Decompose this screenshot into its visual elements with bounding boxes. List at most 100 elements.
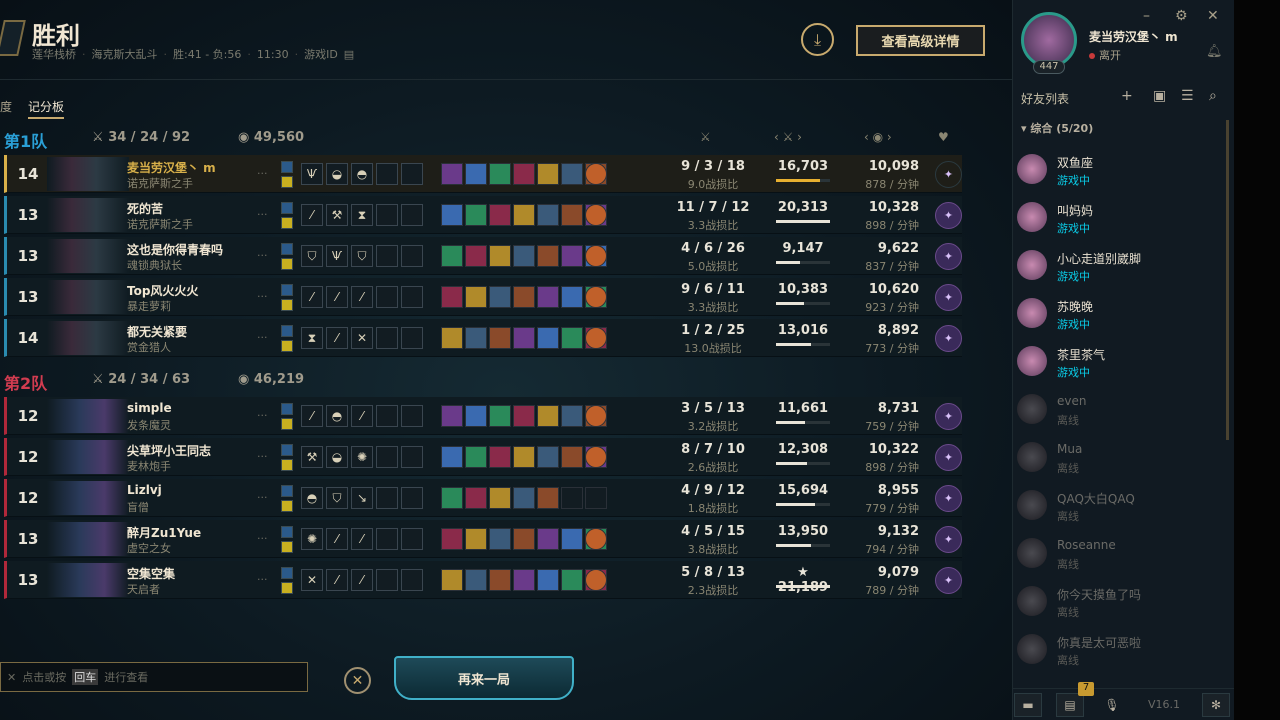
honor-badge-icon[interactable]: ✦ (935, 284, 962, 311)
item-slot-icon[interactable] (537, 405, 559, 427)
bell-icon[interactable]: 🔔︎ (1206, 44, 1223, 59)
add-friend-icon[interactable]: + (1121, 88, 1133, 104)
item-slot-icon[interactable] (489, 286, 511, 308)
item-slot-icon[interactable] (489, 405, 511, 427)
player-name[interactable]: 这也是你得青春吗 (127, 241, 223, 258)
friend-item[interactable]: Mua 离线 (1017, 438, 1217, 482)
item-slot-icon[interactable] (537, 487, 559, 509)
item-slot-icon[interactable] (513, 569, 535, 591)
champion-portrait[interactable] (47, 481, 129, 515)
champion-portrait[interactable] (47, 321, 129, 355)
item-slot-icon[interactable] (513, 405, 535, 427)
item-slot-icon[interactable] (561, 405, 583, 427)
player-name[interactable]: 醉月Zu1Yue (127, 524, 201, 541)
player-row[interactable]: 12 Lizlvj 盲僧 ··· ◓ ⛉ ↘ 4 / 9 / 12 1.8战损比 15,694 8,… (4, 479, 962, 517)
item-slot-icon[interactable] (561, 446, 583, 468)
trinket-icon[interactable] (585, 446, 607, 468)
list-view-icon[interactable]: ☰ (1181, 88, 1194, 104)
item-slot-icon[interactable] (561, 286, 583, 308)
player-row[interactable]: 13 醉月Zu1Yue 虚空之女 ··· ✺ ⁄ ⁄ 4 / 5 / 15 3.8战损比 13,9… (4, 520, 962, 558)
item-slot-icon[interactable] (441, 163, 463, 185)
champion-portrait[interactable] (47, 157, 129, 191)
gear-icon[interactable]: ⚙ (1175, 8, 1188, 24)
item-slot-icon[interactable] (489, 528, 511, 550)
player-name[interactable]: 尖草坪小王同志 (127, 442, 211, 459)
gold-column-sort[interactable]: ‹ ◉ › (864, 130, 892, 144)
play-again-button[interactable]: 再来一局 (394, 656, 574, 700)
item-slot-icon[interactable] (465, 245, 487, 267)
player-name[interactable]: Top风火火火 (127, 282, 198, 299)
trinket-icon[interactable] (585, 528, 607, 550)
item-slot-icon[interactable] (441, 405, 463, 427)
item-slot-icon[interactable] (465, 286, 487, 308)
item-slot-icon[interactable] (465, 569, 487, 591)
tab-overview[interactable]: 度 (0, 98, 12, 119)
item-slot-icon[interactable] (489, 204, 511, 226)
trinket-icon[interactable] (585, 405, 607, 427)
honor-badge-icon[interactable]: ✦ (935, 526, 962, 553)
item-slot-icon[interactable] (441, 528, 463, 550)
honor-badge-icon[interactable]: ✦ (935, 444, 962, 471)
item-slot-icon[interactable] (537, 245, 559, 267)
item-slot-icon[interactable] (561, 569, 583, 591)
player-row[interactable]: 13 Top风火火火 暴走萝莉 ··· ⁄ ⁄ ⁄ 9 / 6 / 11 3.3战损比 10,38… (4, 278, 962, 316)
player-name[interactable]: Lizlvj (127, 483, 162, 497)
trinket-icon[interactable] (585, 204, 607, 226)
friend-item[interactable]: 小心走道别崴脚 游戏中 (1017, 246, 1217, 290)
player-name[interactable]: 死的苦 (127, 200, 163, 217)
item-slot-icon[interactable] (513, 245, 535, 267)
more-options-icon[interactable]: ··· (257, 331, 268, 344)
honor-badge-icon[interactable]: ✦ (935, 202, 962, 229)
more-options-icon[interactable]: ··· (257, 573, 268, 586)
item-slot-icon[interactable] (561, 528, 583, 550)
trinket-icon[interactable] (585, 569, 607, 591)
missions-icon[interactable]: ▤ (1056, 693, 1084, 717)
more-options-icon[interactable]: ··· (257, 450, 268, 463)
friend-item[interactable]: Roseanne 离线 (1017, 534, 1217, 578)
more-options-icon[interactable]: ··· (257, 290, 268, 303)
player-name[interactable]: simple (127, 401, 172, 415)
item-slot-icon[interactable] (585, 487, 607, 509)
summoner-status[interactable]: 离开 (1089, 47, 1121, 63)
item-slot-icon[interactable] (537, 446, 559, 468)
item-slot-icon[interactable] (465, 528, 487, 550)
item-slot-icon[interactable] (465, 487, 487, 509)
more-options-icon[interactable]: ··· (257, 208, 268, 221)
player-row[interactable]: 13空集空集天启者···✕⁄⁄5 / 8 / 132.3战损比★ 21,1899… (4, 561, 962, 599)
add-folder-icon[interactable]: ▣ (1153, 88, 1166, 104)
item-slot-icon[interactable] (465, 163, 487, 185)
item-slot-icon[interactable] (513, 528, 535, 550)
item-slot-icon[interactable] (441, 245, 463, 267)
close-icon[interactable]: ✕ (344, 667, 371, 694)
player-row[interactable]: 12 尖草坪小王同志 麦林炮手 ··· ⚒ ◒ ✺ 8 / 7 / 10 2.6战损比 12,30… (4, 438, 962, 476)
honor-badge-icon[interactable]: ✦ (935, 243, 962, 270)
item-slot-icon[interactable] (513, 204, 535, 226)
item-slot-icon[interactable] (513, 446, 535, 468)
friend-item[interactable]: 茶里茶气 游戏中 (1017, 342, 1217, 386)
search-input[interactable]: ✕ 点击或按 回车 进行查看 (0, 662, 308, 692)
friend-item[interactable]: 双鱼座 游戏中 (1017, 150, 1217, 194)
item-slot-icon[interactable] (537, 327, 559, 349)
item-slot-icon[interactable] (513, 487, 535, 509)
champion-portrait[interactable] (47, 522, 129, 556)
player-name[interactable]: 都无关紧要 (127, 323, 187, 340)
item-slot-icon[interactable] (537, 569, 559, 591)
item-slot-icon[interactable] (465, 327, 487, 349)
item-slot-icon[interactable] (513, 286, 535, 308)
item-slot-icon[interactable] (513, 163, 535, 185)
advanced-details-button[interactable]: 查看高级详情 (856, 25, 985, 56)
more-options-icon[interactable]: ··· (257, 409, 268, 422)
trinket-icon[interactable] (585, 286, 607, 308)
champion-portrait[interactable] (47, 399, 129, 433)
trinket-icon[interactable] (585, 163, 607, 185)
item-slot-icon[interactable] (441, 446, 463, 468)
chat-icon[interactable]: ▬ (1014, 693, 1042, 717)
close-window-icon[interactable]: ✕ (1207, 8, 1219, 24)
champion-portrait[interactable] (47, 563, 129, 597)
honor-badge-icon[interactable]: ✦ (935, 403, 962, 430)
item-slot-icon[interactable] (441, 286, 463, 308)
item-slot-icon[interactable] (489, 327, 511, 349)
damage-column-sort[interactable]: ‹ ⚔ › (774, 130, 802, 144)
player-row[interactable]: 12 simple 发条魔灵 ··· ⁄ ◓ ⁄ 3 / 5 / 13 3.2战损比 11,661… (4, 397, 962, 435)
item-slot-icon[interactable] (489, 245, 511, 267)
